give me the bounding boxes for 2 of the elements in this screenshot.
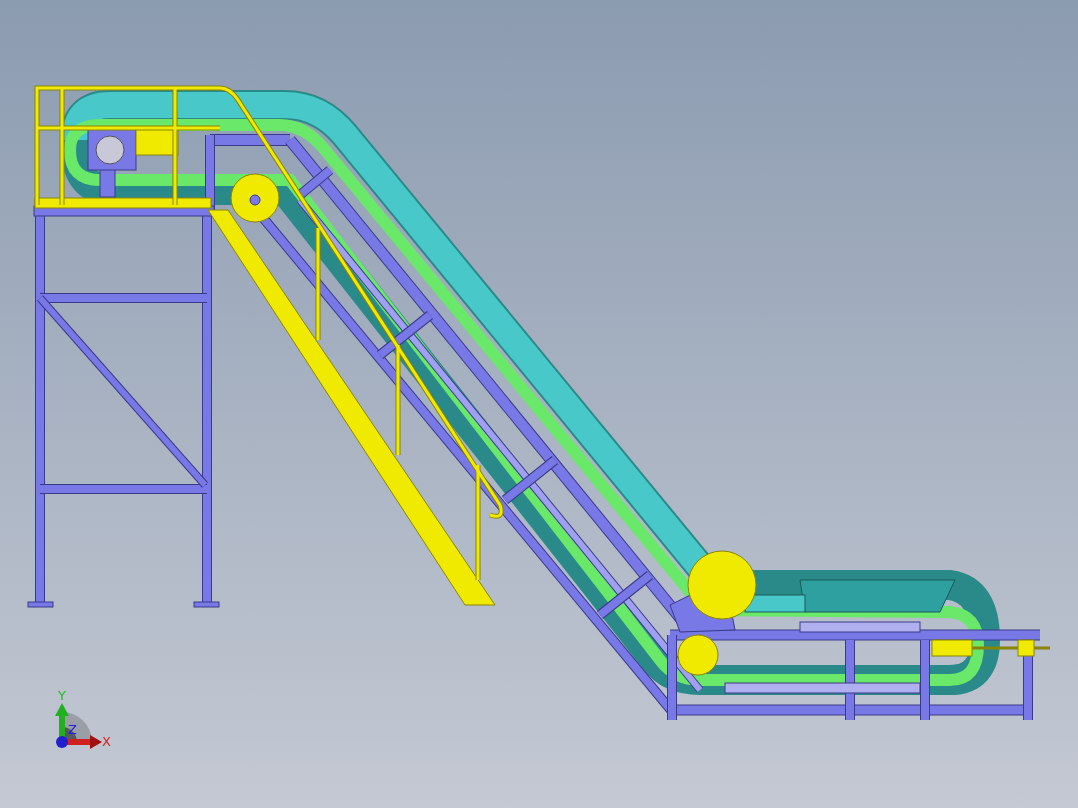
axis-label: Y xyxy=(58,688,66,703)
axis-label: X xyxy=(102,734,111,749)
